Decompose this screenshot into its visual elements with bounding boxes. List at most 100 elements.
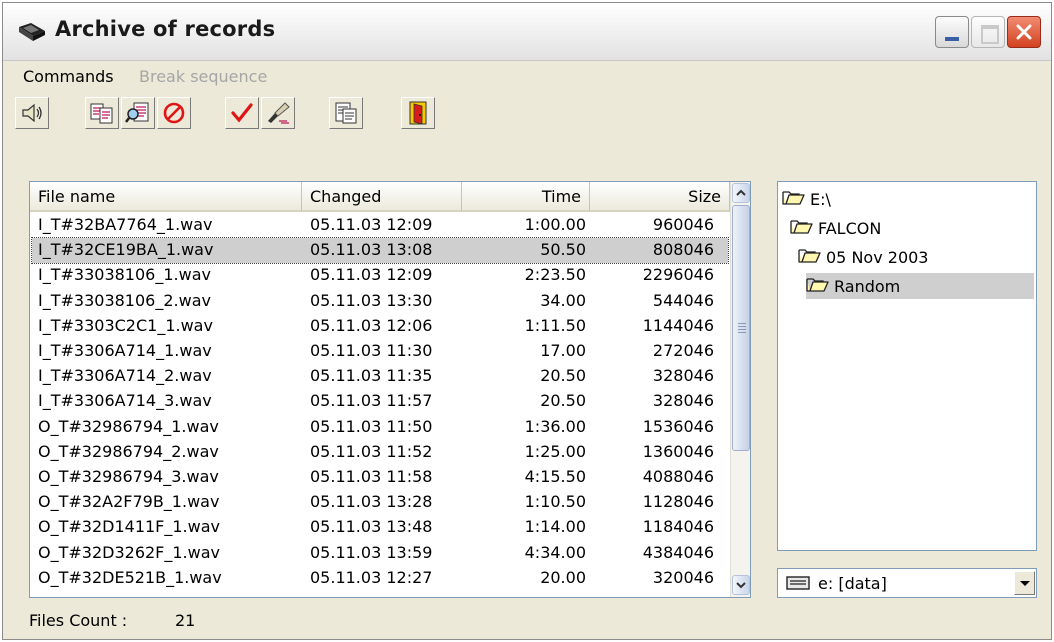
column-header-size[interactable]: Size [590, 182, 730, 212]
copy-records-button[interactable] [85, 97, 119, 129]
minimize-button[interactable] [935, 16, 969, 48]
tree-node[interactable]: E:\ [782, 186, 1034, 212]
records-list[interactable]: File name Changed Time Size I_T#32BA7764… [29, 181, 751, 598]
erase-button[interactable] [261, 97, 295, 129]
play-sound-button[interactable] [15, 97, 49, 129]
toolbar [3, 91, 1051, 155]
time-cell: 1:11.50 [524, 315, 586, 335]
drive-select-value: e: [data] [818, 574, 887, 593]
tree-node[interactable]: 05 Nov 2003 [798, 244, 1034, 270]
size-cell: 1144046 [642, 315, 714, 335]
accept-button[interactable] [225, 97, 259, 129]
menu-commands[interactable]: Commands [23, 67, 114, 86]
close-button[interactable] [1007, 16, 1041, 48]
table-row[interactable]: O_T#32D1411F_1.wav 05.11.03 13:48 1:14.00 1… [32, 515, 728, 540]
table-row[interactable]: I_T#32CE19BA_1.wav 05.11.03 13:08 50.50 808… [31, 237, 729, 265]
window-title: Archive of records [55, 17, 276, 41]
size-cell: 320046 [652, 567, 714, 587]
find-records-button[interactable] [121, 97, 155, 129]
file-name-cell: I_T#32BA7764_1.wav [38, 215, 213, 234]
status-bar: Files Count : 21 [29, 611, 195, 630]
file-name-cell: O_T#32D3262F_1.wav [38, 542, 220, 562]
find-records-icon [125, 102, 149, 123]
menu-break-sequence[interactable]: Break sequence [139, 67, 267, 86]
close-icon [1016, 24, 1032, 40]
file-name-cell: O_T#32986794_2.wav [38, 441, 219, 461]
table-row[interactable]: O_T#32A2F79B_1.wav 05.11.03 13:28 1:10.50 1… [32, 490, 728, 515]
time-cell: 4:34.00 [524, 542, 586, 562]
folder-open-icon [782, 188, 806, 210]
table-row[interactable]: I_T#3306A714_1.wav 05.11.03 11:30 17.00 272… [32, 339, 728, 364]
cancel-button[interactable] [157, 97, 191, 129]
folder-open-icon [806, 275, 830, 297]
exit-door-icon [409, 101, 427, 125]
size-cell: 272046 [652, 341, 714, 360]
speaker-icon [22, 103, 42, 123]
time-cell: 1:10.50 [524, 492, 586, 512]
file-name-cell: O_T#32DE521B_1.wav [38, 567, 222, 587]
column-header-time[interactable]: Time [462, 182, 590, 212]
files-count-value: 21 [175, 611, 196, 630]
changed-cell: 05.11.03 11:52 [310, 441, 433, 461]
drive-dropdown-button[interactable] [1014, 571, 1035, 595]
file-name-cell: O_T#32986794_1.wav [38, 416, 219, 436]
file-name-cell: O_T#32986794_3.wav [38, 467, 219, 486]
changed-cell: 05.11.03 11:57 [310, 391, 433, 411]
file-name-cell: I_T#33038106_1.wav [38, 265, 211, 285]
archive-window: Archive of records Commands Break sequen… [2, 2, 1052, 640]
table-row[interactable]: I_T#32BA7764_1.wav 05.11.03 12:09 1:00.00 9… [32, 213, 728, 238]
changed-cell: 05.11.03 13:28 [310, 492, 433, 512]
title-bar[interactable]: Archive of records [3, 3, 1051, 61]
tree-node[interactable]: Random [806, 273, 1034, 299]
chevron-up-icon [736, 189, 746, 196]
time-cell: 20.50 [540, 366, 586, 386]
table-row[interactable]: O_T#32DE521B_1.wav 05.11.03 12:27 20.00 320… [32, 566, 728, 591]
maximize-button[interactable] [971, 16, 1005, 48]
size-cell: 328046 [652, 366, 714, 386]
file-name-cell: I_T#32CE19BA_1.wav [38, 240, 214, 260]
scroll-up-button[interactable] [732, 183, 750, 203]
scroll-thumb[interactable] [732, 205, 750, 451]
scroll-down-button[interactable] [732, 575, 750, 595]
table-row[interactable]: O_T#32986794_1.wav 05.11.03 11:50 1:36.00 1… [32, 415, 728, 440]
size-cell: 1184046 [642, 517, 714, 537]
size-cell: 4088046 [642, 467, 714, 486]
drive-select[interactable]: e: [data] [777, 568, 1037, 598]
properties-button[interactable] [329, 97, 363, 129]
list-scrollbar[interactable] [730, 182, 750, 597]
tree-node[interactable]: FALCON [790, 215, 1034, 241]
folder-tree[interactable]: E:\ FALCON 05 Nov 2003 Random [777, 181, 1037, 551]
scroll-grip-icon [738, 323, 746, 333]
file-name-cell: I_T#3303C2C1_1.wav [38, 315, 213, 335]
folder-open-icon [790, 217, 814, 239]
time-cell: 4:15.50 [524, 467, 586, 486]
time-cell: 50.50 [540, 240, 586, 260]
time-cell: 17.00 [540, 341, 586, 360]
hard-drive-icon [786, 576, 810, 590]
column-header-changed[interactable]: Changed [302, 182, 462, 212]
changed-cell: 05.11.03 12:27 [310, 567, 433, 587]
time-cell: 1:36.00 [524, 416, 586, 436]
table-row[interactable]: I_T#33038106_1.wav 05.11.03 12:09 2:23.50 2… [32, 263, 728, 288]
stop-icon [163, 102, 185, 124]
exit-button[interactable] [401, 97, 435, 129]
table-row[interactable]: O_T#32986794_3.wav 05.11.03 11:58 4:15.50 4… [32, 465, 728, 490]
column-header-file-name[interactable]: File name [30, 182, 302, 212]
table-row[interactable]: O_T#32D3262F_1.wav 05.11.03 13:59 4:34.00 4… [32, 541, 728, 566]
table-row[interactable]: I_T#3306A714_3.wav 05.11.03 11:57 20.50 328… [32, 389, 728, 414]
time-cell: 20.50 [540, 391, 586, 411]
changed-cell: 05.11.03 11:35 [310, 366, 433, 386]
properties-icon [335, 102, 357, 124]
table-row[interactable]: I_T#3303C2C1_1.wav 05.11.03 12:06 1:11.50 1… [32, 314, 728, 339]
changed-cell: 05.11.03 13:48 [310, 517, 433, 537]
changed-cell: 05.11.03 11:58 [310, 467, 433, 486]
size-cell: 1536046 [642, 416, 714, 436]
table-row[interactable]: I_T#33038106_2.wav 05.11.03 13:30 34.00 544… [32, 289, 728, 314]
table-row[interactable]: I_T#3306A714_2.wav 05.11.03 11:35 20.50 328… [32, 364, 728, 389]
table-row[interactable]: O_T#32986794_2.wav 05.11.03 11:52 1:25.00 1… [32, 440, 728, 465]
size-cell: 1128046 [642, 492, 714, 512]
erase-icon [268, 102, 290, 124]
size-cell: 960046 [652, 215, 714, 234]
changed-cell: 05.11.03 13:30 [310, 290, 433, 310]
folder-open-icon [798, 246, 822, 268]
